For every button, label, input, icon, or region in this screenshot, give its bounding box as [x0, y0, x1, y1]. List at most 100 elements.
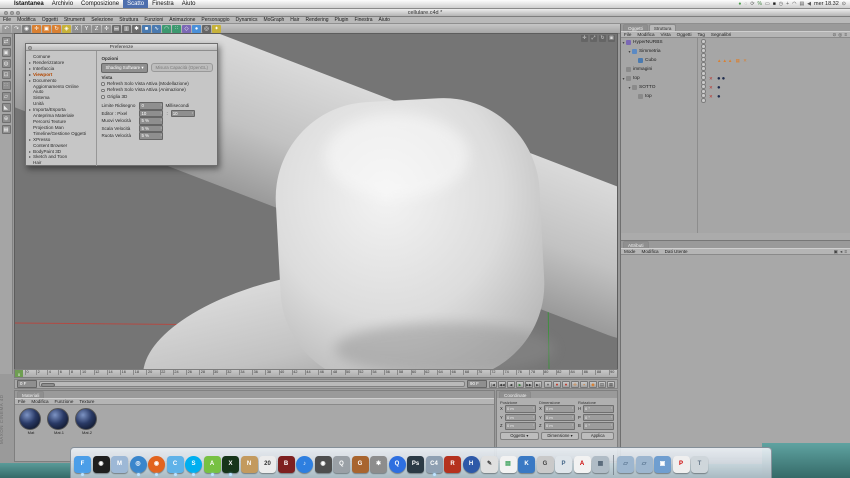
- dock-preview[interactable]: P: [555, 455, 572, 473]
- playhead-marker[interactable]: 0: [15, 370, 23, 377]
- menubar-clock[interactable]: mer 18.32: [814, 1, 839, 7]
- timeline-ruler[interactable]: 0 0 2 4 6 8 10 12 14 16 18 20 22 24 26 2…: [14, 369, 618, 378]
- rotate-tool-icon[interactable]: ↻: [52, 24, 61, 33]
- environment-icon[interactable]: ●: [192, 24, 201, 33]
- dock-ink-app[interactable]: ✎: [481, 455, 498, 473]
- material-tags[interactable]: ●●: [717, 76, 726, 82]
- coordinates-tab[interactable]: Coordinate: [499, 391, 532, 398]
- app-menu-item[interactable]: Plugin: [332, 17, 352, 23]
- prev-key-button[interactable]: ◀◀: [498, 380, 506, 388]
- dock-safari[interactable]: ◎: [129, 455, 147, 476]
- prev-frame-button[interactable]: ◀: [507, 380, 515, 388]
- object-row[interactable]: immagini: [621, 65, 850, 74]
- position-input[interactable]: 0 m: [505, 405, 536, 413]
- object-name[interactable]: top: [633, 76, 640, 81]
- dimension-input[interactable]: 0 m: [544, 422, 575, 430]
- dock-adium[interactable]: A: [203, 455, 221, 476]
- dock-finder[interactable]: F: [74, 455, 91, 476]
- dock-numbers[interactable]: ▤: [499, 455, 517, 473]
- status-icon[interactable]: ▤: [799, 1, 804, 7]
- key-position-button[interactable]: ✛: [571, 380, 579, 388]
- material-name[interactable]: Mat: [19, 430, 43, 435]
- dock-dvd-player[interactable]: ◉: [314, 455, 332, 473]
- material-preview-sphere[interactable]: [19, 408, 41, 430]
- spline-icon[interactable]: ∿: [152, 24, 161, 33]
- status-icon[interactable]: ▭: [765, 1, 770, 7]
- rotation-input[interactable]: 0 °: [583, 422, 614, 430]
- dock-blue-app[interactable]: H: [462, 455, 480, 473]
- material-tags[interactable]: ●: [717, 85, 722, 91]
- convert-tool-icon[interactable]: ⇄: [1, 37, 11, 46]
- autokey-button[interactable]: ●: [553, 380, 561, 388]
- dock-divider[interactable]: [611, 454, 616, 475]
- visibility-dots[interactable]: [701, 93, 705, 103]
- enable-state-icon[interactable]: ✕: [709, 76, 713, 82]
- object-manager-menu-item[interactable]: Segnalibri: [708, 32, 734, 37]
- material-name[interactable]: Mat.2: [75, 430, 99, 435]
- menubar-item[interactable]: Finestra: [148, 0, 178, 8]
- move-tool-icon[interactable]: ✛: [32, 24, 41, 33]
- object-row[interactable]: ▾ HyperNURBS: [621, 38, 850, 47]
- dock-garageband[interactable]: G: [351, 455, 369, 473]
- menubar-item[interactable]: Archivio: [48, 0, 77, 8]
- app-menu-item[interactable]: Modifica: [14, 17, 39, 23]
- object-manager-tab[interactable]: Oggetti: [623, 24, 648, 31]
- dock-system-preferences[interactable]: ✱: [370, 455, 387, 473]
- material-thumbnail[interactable]: Mat: [19, 408, 43, 435]
- materials-menu-item[interactable]: Modifica: [28, 399, 51, 404]
- attribute-menu-item[interactable]: Modifica: [639, 249, 662, 254]
- dock-image-file[interactable]: ▦: [592, 455, 609, 473]
- rotate-view-icon[interactable]: ↻: [599, 35, 606, 42]
- dock-scrapbook[interactable]: B: [277, 455, 295, 473]
- attribute-manager-tab[interactable]: Attributi: [623, 241, 649, 248]
- object-name[interactable]: top: [645, 94, 652, 99]
- panel-menu-icon[interactable]: ≡: [844, 249, 847, 255]
- filter-icon[interactable]: ≡: [844, 32, 847, 38]
- app-menu-item[interactable]: Rendering: [302, 17, 331, 23]
- snap-icon[interactable]: ▦: [1, 125, 11, 134]
- goto-end-button[interactable]: ▶|: [534, 380, 542, 388]
- material-tags[interactable]: ●: [717, 94, 722, 100]
- primitive-cube-icon[interactable]: ■: [142, 24, 151, 33]
- enable-state-icon[interactable]: ✕: [709, 94, 713, 100]
- dock-firefox[interactable]: ◉: [148, 455, 165, 476]
- material-name[interactable]: Mat.1: [47, 430, 71, 435]
- axis-y-icon[interactable]: Y: [82, 24, 91, 33]
- app-menu-item[interactable]: Funzioni: [141, 17, 166, 23]
- material-thumbnail[interactable]: Mat.1: [47, 408, 71, 435]
- toggle-view-icon[interactable]: ▣: [608, 35, 615, 42]
- object-manager-menu-item[interactable]: File: [621, 32, 634, 37]
- checkbox[interactable]: [101, 95, 105, 99]
- nurbs-icon[interactable]: ◠: [162, 24, 171, 33]
- dock-cinema4d[interactable]: C4: [425, 455, 443, 476]
- enable-state-icon[interactable]: ✕: [709, 85, 713, 91]
- dock-dashboard[interactable]: ◉: [92, 455, 110, 473]
- dock-documents-folder[interactable]: ▣: [654, 455, 671, 473]
- preferences-titlebar[interactable]: Preferenze: [26, 44, 217, 51]
- play-button[interactable]: ▶: [516, 380, 524, 388]
- goto-start-button[interactable]: |◀: [489, 380, 497, 388]
- app-menu-item[interactable]: Animazione: [166, 17, 198, 23]
- object-row[interactable]: ▾ SOTTO ✕ ●: [621, 83, 850, 92]
- dock-red-app[interactable]: R: [444, 455, 461, 473]
- spotlight-icon[interactable]: ⊙: [842, 1, 846, 7]
- object-name[interactable]: Cubo: [645, 58, 656, 63]
- field-value-input[interactable]: 5 %: [139, 132, 164, 140]
- object-manager-tab[interactable]: Struttura: [648, 24, 677, 31]
- position-input[interactable]: 0 m: [505, 413, 536, 421]
- camera-icon[interactable]: ◎: [202, 24, 211, 33]
- app-menu-item[interactable]: Strumenti: [61, 17, 88, 23]
- dock-folder-stack-2[interactable]: ▱: [635, 455, 653, 473]
- dock-photoshop[interactable]: Ps: [407, 455, 424, 473]
- dock-ichat[interactable]: C: [166, 455, 184, 476]
- status-icon[interactable]: ◷: [779, 1, 783, 7]
- scale-tool-icon[interactable]: ▣: [42, 24, 51, 33]
- status-icon[interactable]: ◀: [807, 1, 811, 7]
- dock-trash[interactable]: T: [691, 455, 708, 473]
- coord-system-icon[interactable]: ✢: [102, 24, 111, 33]
- search-icon[interactable]: ⊙: [832, 32, 836, 38]
- status-icon[interactable]: ⟳: [750, 1, 754, 7]
- object-manager-menu-item[interactable]: Oggetti: [674, 32, 695, 37]
- app-menu-item[interactable]: File: [0, 17, 14, 23]
- field-value-input[interactable]: 10: [139, 109, 164, 118]
